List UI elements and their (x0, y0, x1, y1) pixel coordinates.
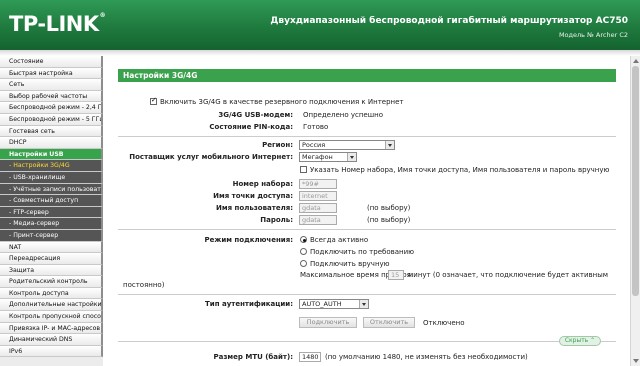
disconnect-button[interactable]: Отключить (363, 317, 415, 328)
isp-select[interactable]: Мегафон (299, 152, 357, 162)
sidebar-item[interactable]: Контроль пропускной способности (0, 311, 103, 323)
isp-label: Поставщик услуг мобильного Интернет: (129, 153, 293, 161)
pin-status-label: Состояние PIN-кода: (209, 123, 293, 131)
connection-status: Отключено (423, 319, 465, 327)
auth-type-select[interactable]: AUTO_AUTH (299, 299, 369, 309)
sidebar-item[interactable]: Гостевая сеть (0, 125, 103, 138)
sidebar-item[interactable]: - Медиа-сервер (0, 218, 103, 230)
region-select-value: Россия (302, 141, 326, 149)
sidebar-item[interactable]: - Учётные записи пользователей (0, 183, 103, 196)
enable-backup-label: Включить 3G/4G в качестве резервного под… (160, 98, 404, 106)
apn-label: Имя точки доступа: (213, 192, 293, 200)
divider (118, 136, 616, 137)
sidebar-item[interactable]: - Настройки 3G/4G (0, 160, 103, 172)
header-model: Модель № Archer C2 (558, 31, 628, 39)
mode-manual-radio[interactable] (300, 260, 307, 267)
isp-select-value: Мегафон (302, 153, 333, 161)
password-input[interactable]: gdata (299, 215, 337, 225)
sidebar-item[interactable]: Выбор рабочей частоты (0, 90, 103, 103)
sidebar-item[interactable]: Контроль доступа (0, 287, 103, 300)
sidebar-item[interactable]: Привязка IP- и MAC-адресов (0, 322, 103, 335)
password-optional: (по выбору) (367, 216, 411, 224)
divider (118, 229, 616, 230)
mode-always-radio[interactable] (300, 236, 307, 243)
sidebar-item[interactable]: - Принт-сервер (0, 229, 103, 242)
chevron-down-icon (385, 141, 394, 149)
password-label: Пароль: (260, 216, 293, 224)
sidebar-item[interactable]: Беспроводной режим - 5 ГГц (0, 113, 103, 126)
sidebar-item[interactable]: Защита (0, 264, 103, 277)
dial-number-label: Номер набора: (232, 180, 293, 188)
main-panel: Настройки 3G/4G Включить 3G/4G в качеств… (104, 56, 630, 366)
scroll-thumb[interactable] (632, 66, 639, 296)
sidebar-item[interactable]: Настройки USB (0, 148, 103, 161)
chevron-down-icon (359, 300, 368, 308)
divider (118, 294, 616, 295)
auth-type-value: AUTO_AUTH (302, 300, 342, 308)
chevron-up-icon: ⌃ (590, 337, 596, 344)
header-bar: TP-LINK® Двухдиапазонный беспроводной ги… (0, 0, 640, 50)
username-input[interactable]: gdata (299, 203, 337, 213)
hide-advanced-button[interactable]: Скрыть ⌃ (559, 336, 601, 346)
auth-type-label: Тип аутентификации: (205, 300, 293, 308)
vertical-scrollbar[interactable] (630, 56, 640, 366)
connect-button[interactable]: Подключить (299, 317, 357, 328)
sidebar-item[interactable]: Дополнительные настройки (0, 299, 103, 312)
sidebar-item[interactable]: - Совместный доступ (0, 195, 103, 207)
sidebar-item[interactable]: Динамический DNS (0, 334, 103, 346)
mtu-note: (по умолчанию 1480, не изменять без необ… (325, 353, 528, 361)
tp-link-logo: TP-LINK® (9, 12, 106, 36)
username-label: Имя пользователя: (216, 204, 293, 212)
sidebar-item[interactable]: Переадресация (0, 253, 103, 265)
mode-always-label: Всегда активно (310, 236, 369, 244)
sidebar-item[interactable]: IPv6 (0, 345, 103, 358)
header-title: Двухдиапазонный беспроводной гигабитный … (270, 16, 628, 26)
pin-status-value: Готово (303, 123, 329, 131)
mtu-input[interactable]: 1480 (299, 352, 321, 362)
idle-time-note: минут (0 означает, что подключение будет… (408, 271, 609, 279)
region-select[interactable]: Россия (299, 140, 395, 150)
manual-settings-checkbox[interactable] (300, 166, 307, 173)
mtu-label: Размер MTU (байт): (213, 353, 293, 361)
mode-demand-label: Подключить по требованию (310, 248, 415, 256)
connection-mode-label: Режим подключения: (204, 236, 293, 244)
logo-text: TP-LINK (9, 12, 99, 36)
sidebar-item[interactable]: DHCP (0, 137, 103, 149)
scroll-down-arrow-icon[interactable] (633, 359, 639, 363)
sidebar-item[interactable]: Сеть (0, 79, 103, 91)
sidebar-item[interactable]: - FTP-сервер (0, 206, 103, 219)
scroll-up-arrow-icon[interactable] (633, 59, 639, 63)
sidebar-menu: Состояние Быстрая настройка Сеть Выбор рабо… (0, 56, 103, 366)
mode-manual-label: Подключить вручную (310, 260, 390, 268)
panel-title: Настройки 3G/4G (118, 69, 616, 82)
sidebar-item[interactable]: Родительский контроль (0, 276, 103, 288)
chevron-down-icon (347, 153, 356, 161)
enable-backup-checkbox[interactable] (150, 96, 157, 105)
region-label: Регион: (262, 141, 293, 149)
sidebar-item[interactable]: Беспроводной режим - 2,4 ГГц (0, 102, 103, 114)
apn-input[interactable]: internet (299, 191, 337, 201)
username-optional: (по выбору) (367, 204, 411, 212)
hide-button-label: Скрыть (564, 337, 589, 344)
usb-modem-label: 3G/4G USB-модем: (218, 111, 293, 119)
idle-time-input[interactable]: 15 (388, 270, 404, 280)
sidebar-item[interactable]: Быстрая настройка (0, 67, 103, 80)
idle-time-note-cont: постоянно) (123, 281, 165, 289)
sidebar-item[interactable]: Состояние (0, 56, 103, 68)
sidebar-item[interactable]: NAT (0, 241, 103, 254)
usb-modem-value: Определено успешно (303, 111, 383, 119)
sidebar-item[interactable]: - USB-хранилище (0, 171, 103, 184)
mode-demand-radio[interactable] (300, 248, 307, 255)
divider (118, 341, 616, 342)
manual-settings-label: Указать Номер набора, Имя точки доступа,… (310, 166, 610, 174)
dial-number-input[interactable]: *99# (299, 179, 337, 189)
